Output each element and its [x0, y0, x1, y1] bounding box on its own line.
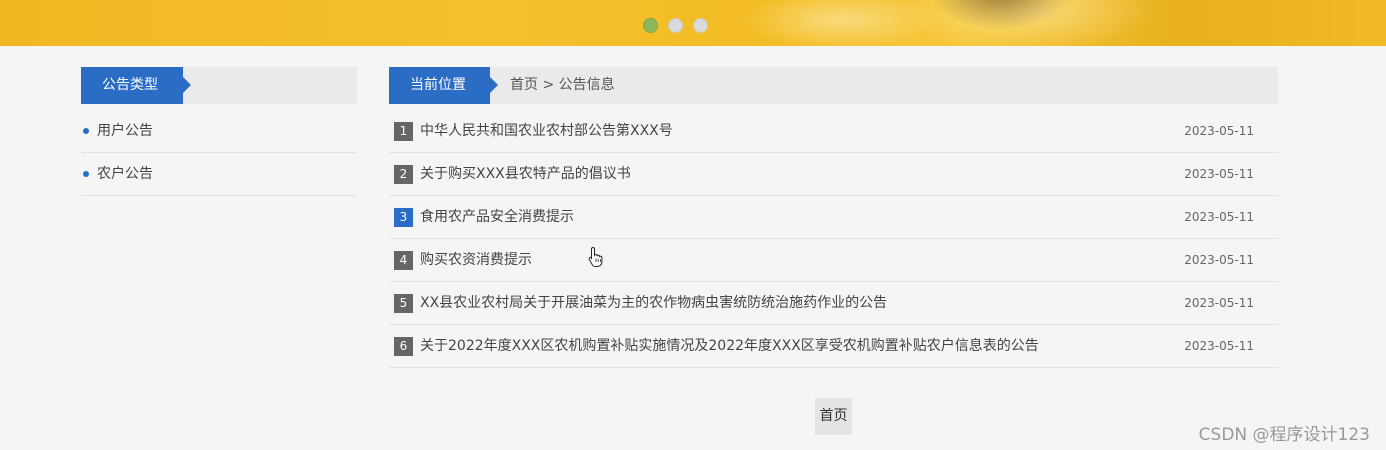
notice-title-link[interactable]: 中华人民共和国农业农村部公告第XXX号 [420, 110, 673, 152]
carousel-dot-1[interactable] [643, 18, 658, 33]
notice-title-link[interactable]: 关于购买XXX县农特产品的倡议书 [420, 153, 631, 195]
notice-date: 2023-05-11 [1184, 296, 1254, 310]
row-number-badge: 6 [394, 337, 413, 356]
notice-title-link[interactable]: XX县农业农村局关于开展油菜为主的农作物病虫害统防统治施药作业的公告 [420, 282, 887, 324]
row-number-badge: 1 [394, 122, 413, 141]
notice-date: 2023-05-11 [1184, 253, 1254, 267]
first-page-button[interactable]: 首页 [815, 398, 852, 435]
notice-title-link[interactable]: 购买农资消费提示 [420, 239, 532, 281]
location-tag: 当前位置 [389, 67, 498, 104]
main-content: 当前位置 首页 > 公告信息 1 中华人民共和国农业农村部公告第XXX号 202… [389, 67, 1278, 368]
notice-row[interactable]: 3 食用农产品安全消费提示 2023-05-11 [389, 196, 1278, 239]
bullet-icon [83, 128, 89, 134]
hero-banner [0, 0, 1386, 46]
breadcrumb-home-link[interactable]: 首页 [510, 77, 538, 93]
notice-title-link[interactable]: 关于2022年度XXX区农机购置补贴实施情况及2022年度XXX区享受农机购置补… [420, 325, 1039, 367]
row-number-badge: 4 [394, 251, 413, 270]
row-number-badge: 3 [394, 208, 413, 227]
carousel-dot-3[interactable] [693, 18, 708, 33]
notice-row[interactable]: 4 购买农资消费提示 2023-05-11 [389, 239, 1278, 282]
sidebar: 公告类型 用户公告 农户公告 [81, 67, 357, 196]
watermark: CSDN @程序设计123 [1198, 425, 1370, 445]
row-number-badge: 2 [394, 165, 413, 184]
notice-date: 2023-05-11 [1184, 339, 1254, 353]
sidebar-item-label: 农户公告 [97, 166, 153, 182]
sidebar-header: 公告类型 [81, 67, 357, 104]
bullet-icon [83, 171, 89, 177]
breadcrumb-current: 公告信息 [558, 77, 615, 93]
carousel-dot-2[interactable] [668, 18, 683, 33]
breadcrumb: 首页 > 公告信息 [510, 67, 615, 104]
carousel-dots [643, 18, 708, 33]
notice-list: 1 中华人民共和国农业农村部公告第XXX号 2023-05-11 2 关于购买X… [389, 110, 1278, 368]
notice-date: 2023-05-11 [1184, 167, 1254, 181]
hand-pointer-icon [588, 246, 603, 267]
notice-row[interactable]: 6 关于2022年度XXX区农机购置补贴实施情况及2022年度XXX区享受农机购… [389, 325, 1278, 368]
sidebar-item-label: 用户公告 [97, 123, 153, 139]
notice-row[interactable]: 1 中华人民共和国农业农村部公告第XXX号 2023-05-11 [389, 110, 1278, 153]
sidebar-item-user-notice[interactable]: 用户公告 [81, 110, 357, 153]
row-number-badge: 5 [394, 294, 413, 313]
notice-row[interactable]: 5 XX县农业农村局关于开展油菜为主的农作物病虫害统防统治施药作业的公告 202… [389, 282, 1278, 325]
sidebar-title: 公告类型 [81, 67, 191, 104]
sidebar-item-farmer-notice[interactable]: 农户公告 [81, 153, 357, 196]
breadcrumb-separator: > [542, 77, 555, 93]
notice-title-link[interactable]: 食用农产品安全消费提示 [420, 196, 574, 238]
notice-date: 2023-05-11 [1184, 210, 1254, 224]
notice-date: 2023-05-11 [1184, 124, 1254, 138]
notice-row[interactable]: 2 关于购买XXX县农特产品的倡议书 2023-05-11 [389, 153, 1278, 196]
location-bar: 当前位置 首页 > 公告信息 [389, 67, 1278, 104]
sidebar-list: 用户公告 农户公告 [81, 110, 357, 196]
